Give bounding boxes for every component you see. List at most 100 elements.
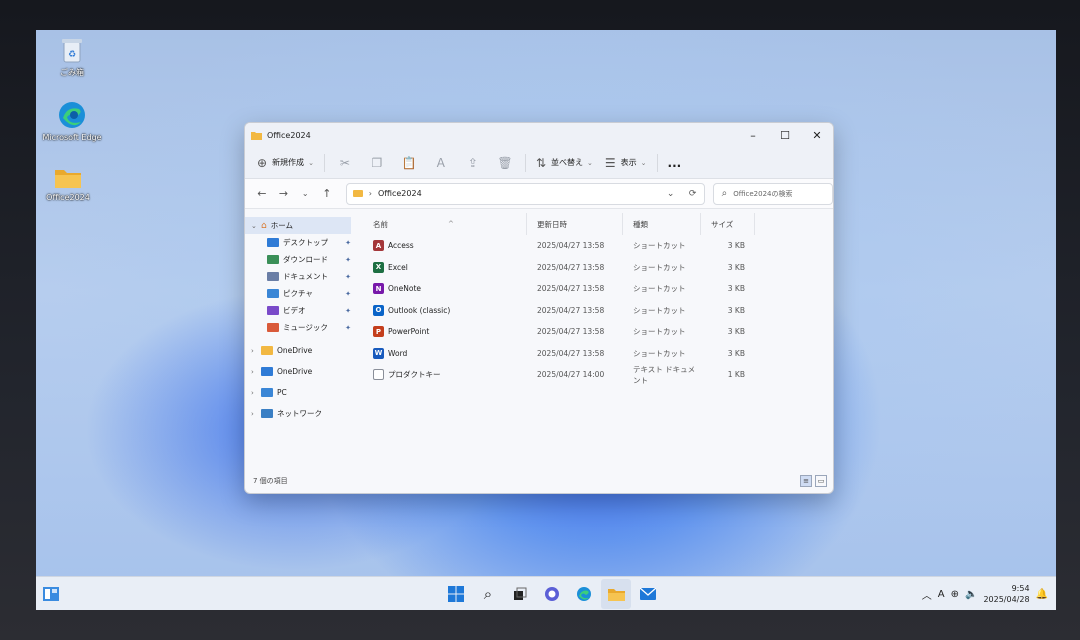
view-button[interactable]: ☰ 表示 ⌄ [599, 151, 653, 175]
back-arrow-icon[interactable]: ← [251, 187, 273, 200]
search-icon: ⌕ [483, 584, 493, 603]
new-button-label: 新規作成 [272, 158, 305, 167]
taskbar-explorer-button[interactable] [601, 578, 631, 609]
cell-size: 3 KB [727, 262, 745, 272]
app-shortcut-icon: N [373, 283, 384, 295]
sidebar-item-quick[interactable]: ビデオ ✦ [245, 302, 357, 319]
sidebar-item-label: OneDrive [277, 346, 313, 355]
desktop-icon-recycle-bin[interactable]: ♻ ごみ箱 [36, 36, 108, 78]
file-name: OneNote [388, 284, 422, 294]
taskbar-mail-button[interactable] [633, 579, 663, 609]
quick-access-list: デスクトップ ✦ ダウンロード ✦ ドキュメント ✦ ピクチャ ✦ ビデオ ✦ ミュージック ✦ [245, 234, 357, 336]
minimize-button[interactable]: – [737, 123, 769, 147]
title-bar[interactable]: Office2024 – ☐ ✕ [245, 123, 833, 147]
sidebar-item-root[interactable]: › PC [245, 382, 357, 403]
column-headers: 名前 ^ 更新日時 種類 サイズ [357, 213, 833, 235]
notification-bell-icon[interactable]: 🔔 [1036, 589, 1048, 600]
details-view-icon[interactable]: ≡ [800, 475, 812, 487]
sort-button[interactable]: ⇅ 並べ替え ⌄ [530, 151, 599, 175]
table-row[interactable]: X Excel 2025/04/27 13:58 ショートカット 3 KB [357, 257, 833, 279]
view-icon: ☰ [604, 155, 616, 170]
cell-date: 2025/04/27 13:58 [537, 241, 605, 251]
sidebar-item-root[interactable]: › OneDrive [245, 361, 357, 382]
command-bar: ⊕ 新規作成 ⌄ ✂ ❐ 📋 Ａ ⇪ 🗑 ⇅ 並べ替え ⌄ ☰ 表示 ⌄ ... [245, 147, 833, 179]
window-title: Office2024 [267, 130, 311, 140]
clock-time: 9:54 [1011, 584, 1030, 593]
ime-indicator[interactable]: A [938, 589, 945, 600]
new-button[interactable]: ⊕ 新規作成 ⌄ [251, 151, 320, 175]
cut-button[interactable]: ✂ [329, 151, 361, 175]
column-header-size[interactable]: サイズ [701, 213, 755, 235]
chevron-right-icon: › [251, 409, 254, 418]
file-list: 名前 ^ 更新日時 種類 サイズ A Access 2025/04/27 13:58… [357, 209, 833, 471]
close-button[interactable]: ✕ [801, 123, 833, 147]
clock-date: 2025/04/28 [983, 595, 1030, 604]
search-icon: ⌕ [721, 188, 728, 199]
desktop-icon-office2024[interactable]: Office2024 [36, 166, 104, 202]
copy-icon: ❐ [371, 155, 383, 170]
recent-chevron-icon[interactable]: ⌄ [294, 189, 316, 198]
network-icon[interactable]: ⊕ [951, 589, 959, 600]
table-row[interactable]: W Word 2025/04/27 13:58 ショートカット 3 KB [357, 343, 833, 365]
sidebar-item-quick[interactable]: デスクトップ ✦ [245, 234, 357, 251]
cell-type: ショートカット [633, 284, 686, 294]
column-header-name[interactable]: 名前 ^ [357, 213, 527, 235]
sidebar-item-quick[interactable]: ミュージック ✦ [245, 319, 357, 336]
cell-type: ショートカット [633, 348, 686, 358]
refresh-icon[interactable]: ⟳ [682, 189, 704, 199]
more-button[interactable]: ... [662, 151, 688, 175]
tiles-view-icon[interactable]: ▭ [815, 475, 827, 487]
taskbar-edge-button[interactable] [569, 579, 599, 609]
up-arrow-icon[interactable]: ↑ [316, 187, 338, 200]
taskbar-search-button[interactable]: ⌕ [473, 579, 503, 609]
forward-arrow-icon[interactable]: → [273, 187, 295, 200]
breadcrumb-current[interactable]: Office2024 [378, 189, 422, 198]
table-row[interactable]: N OneNote 2025/04/27 13:58 ショートカット 3 KB [357, 278, 833, 300]
sidebar-item-home[interactable]: ⌄ ⌂ ホーム [245, 217, 351, 234]
start-button[interactable] [441, 579, 471, 609]
sidebar-item-root[interactable]: › ネットワーク [245, 403, 357, 424]
copy-button[interactable]: ❐ [361, 151, 393, 175]
task-view-button[interactable] [505, 579, 535, 609]
address-bar[interactable]: › Office2024 ⌄ ⟳ [345, 182, 705, 205]
share-button[interactable]: ⇪ [457, 151, 489, 175]
widgets-button[interactable] [36, 579, 66, 609]
table-row[interactable]: O Outlook (classic) 2025/04/27 13:58 ショートカッ… [357, 300, 833, 322]
sidebar-item-quick[interactable]: ピクチャ ✦ [245, 285, 357, 302]
folder-icon [267, 272, 279, 281]
file-name: プロダクトキー [388, 370, 441, 380]
rename-button[interactable]: Ａ [425, 151, 457, 175]
cell-type: ショートカット [633, 262, 686, 272]
column-header-date[interactable]: 更新日時 [527, 213, 623, 235]
paste-button[interactable]: 📋 [393, 151, 425, 175]
sidebar-item-root[interactable]: › OneDrive [245, 340, 357, 361]
desktop-icon-edge[interactable]: Microsoft Edge [36, 100, 108, 142]
column-header-type[interactable]: 種類 [623, 213, 701, 235]
speaker-icon[interactable]: 🔈 [965, 589, 977, 600]
maximize-button[interactable]: ☐ [769, 123, 801, 147]
navigation-bar: ← → ⌄ ↑ › Office2024 ⌄ ⟳ ⌕ Office2024の検索 [245, 179, 833, 209]
edge-icon [59, 102, 85, 128]
copilot-button[interactable] [537, 579, 567, 609]
widgets-icon [43, 586, 59, 601]
cell-size: 3 KB [727, 241, 745, 251]
chevron-down-icon[interactable]: ⌄ [660, 189, 682, 199]
clock[interactable]: 9:54 2025/04/28 [983, 583, 1029, 605]
cell-type: ショートカット [633, 327, 686, 337]
chevron-down-icon: ⌄ [640, 158, 647, 167]
table-row[interactable]: P PowerPoint 2025/04/27 13:58 ショートカット 3 KB [357, 321, 833, 343]
cell-type: ショートカット [633, 305, 686, 315]
search-box[interactable]: ⌕ Office2024の検索 [712, 182, 833, 205]
sidebar-item-label: デスクトップ [283, 238, 328, 247]
delete-button[interactable]: 🗑 [489, 151, 521, 175]
chevron-up-icon[interactable]: ︿ [922, 587, 932, 602]
separator [524, 153, 526, 172]
table-row[interactable]: プロダクトキー 2025/04/27 14:00 テキスト ドキュメント 1 KB [357, 364, 833, 386]
table-row[interactable]: A Access 2025/04/27 13:58 ショートカット 3 KB [357, 235, 833, 257]
file-explorer-window[interactable]: Office2024 – ☐ ✕ ⊕ 新規作成 ⌄ ✂ ❐ 📋 Ａ ⇪ 🗑 ⇅ [244, 122, 834, 494]
sidebar-item-quick[interactable]: ダウンロード ✦ [245, 251, 357, 268]
file-explorer-icon [607, 588, 625, 601]
sidebar-item-quick[interactable]: ドキュメント ✦ [245, 268, 357, 285]
file-name: PowerPoint [388, 327, 430, 337]
chevron-down-icon: ⌄ [251, 221, 257, 230]
